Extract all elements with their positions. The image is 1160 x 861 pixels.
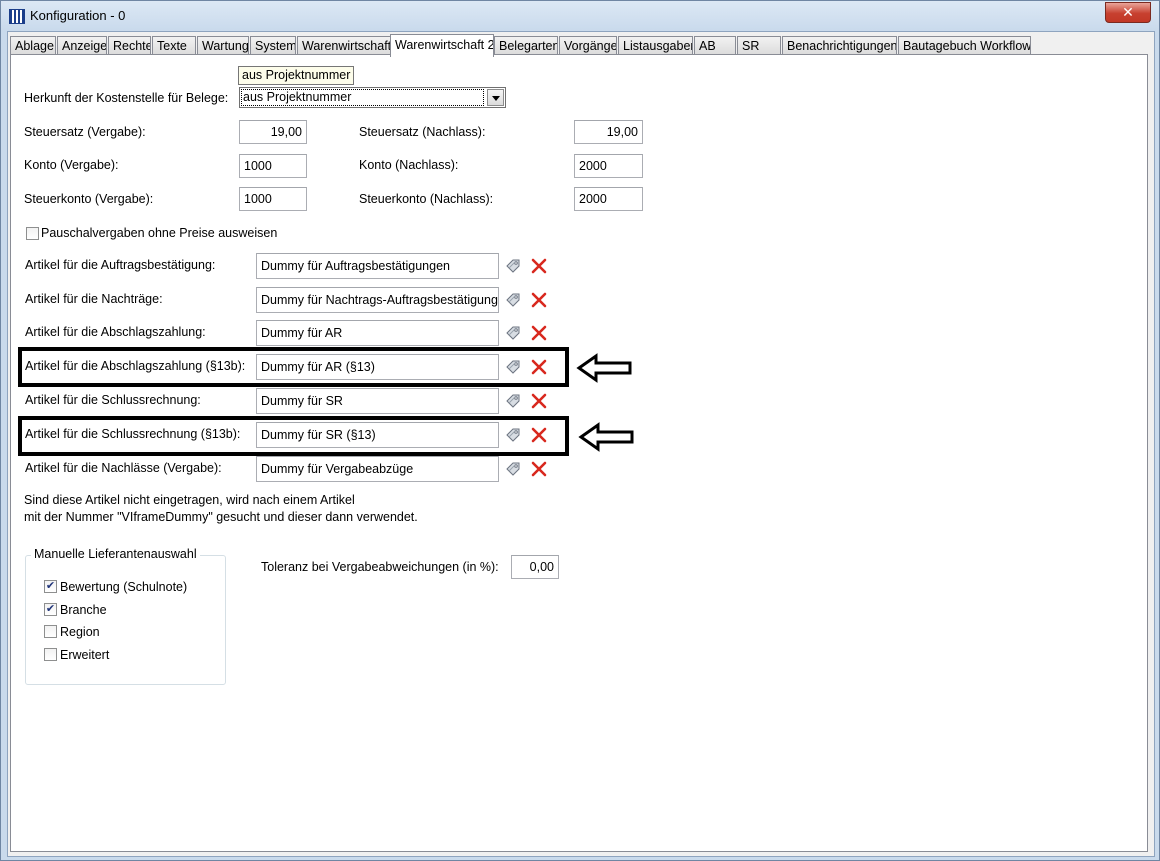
steuersatz-vergabe-input[interactable]: 19,00 [239,120,307,144]
bewertung-checkbox[interactable]: ✔ [44,580,57,593]
tag-icon[interactable] [505,393,521,409]
steuerkonto-vergabe-label: Steuerkonto (Vergabe): [24,192,154,206]
article-label-schlussrechnung: Artikel für die Schlussrechnung: [25,393,201,407]
steuersatz-nachlass-input[interactable]: 19,00 [574,120,643,144]
title-bar: Konfiguration - 0 ✕ [1,1,1159,31]
tab-belegarten[interactable]: Belegarten [494,36,558,54]
tag-icon[interactable] [505,325,521,341]
tab-benachrichtigungen[interactable]: Benachrichtigungen [782,36,897,54]
note-line-1: Sind diese Artikel nicht eingetragen, wi… [24,493,355,507]
article-label-nachtraege: Artikel für die Nachträge: [25,292,163,306]
arrow-left-icon [576,353,632,383]
kostenstelle-select[interactable]: aus Projektnummer [239,87,506,108]
delete-x-icon[interactable] [531,325,547,341]
tab-bautagebuch-workflows[interactable]: Bautagebuch Workflows [898,36,1031,54]
article-input-auftragsbestaetigung[interactable]: Dummy für Auftragsbestätigungen [256,253,499,279]
toleranz-input[interactable]: 0,00 [511,555,559,579]
delete-x-icon[interactable] [531,292,547,308]
tab-system[interactable]: System [250,36,296,54]
lieferanten-groupbox [25,555,226,685]
article-input-abschlagszahlung[interactable]: Dummy für AR [256,320,499,346]
tab-texte[interactable]: Texte [152,36,196,54]
tag-icon[interactable] [505,292,521,308]
erweitert-label: Erweitert [60,648,110,662]
app-icon [9,9,25,24]
article-label-abschlagszahlung: Artikel für die Abschlagszahlung: [25,325,206,339]
tab-ablage[interactable]: Ablage [10,36,56,54]
window-title: Konfiguration - 0 [30,8,126,23]
delete-x-icon[interactable] [531,393,547,409]
delete-x-icon[interactable] [531,258,547,274]
kostenstelle-label: Herkunft der Kostenstelle für Belege: [24,91,229,105]
tab-strip: Ablage Anzeige Rechte Texte Wartung Syst… [10,34,1150,57]
region-checkbox[interactable] [44,625,57,638]
tag-icon[interactable] [505,258,521,274]
steuerkonto-nachlass-input[interactable]: 2000 [574,187,643,211]
tab-sr[interactable]: SR [737,36,781,54]
article-input-nachlaesse[interactable]: Dummy für Vergabeabzüge [256,456,499,482]
konto-vergabe-label: Konto (Vergabe): [24,158,119,172]
article-input-schlussrechnung[interactable]: Dummy für SR [256,388,499,414]
konto-vergabe-input[interactable]: 1000 [239,154,307,178]
delete-x-icon[interactable] [531,461,547,477]
steuersatz-vergabe-label: Steuersatz (Vergabe): [24,125,146,139]
tag-icon[interactable] [505,461,521,477]
note-line-2: mit der Nummer "VIframeDummy" gesucht un… [24,510,418,524]
tab-listausgaben[interactable]: Listausgaben [618,36,693,54]
tab-warenwirtschaft[interactable]: Warenwirtschaft [297,36,391,54]
bewertung-label: Bewertung (Schulnote) [60,580,188,594]
tab-wartung[interactable]: Wartung [197,36,249,54]
steuerkonto-nachlass-label: Steuerkonto (Nachlass): [359,192,494,206]
steuerkonto-vergabe-input[interactable]: 1000 [239,187,307,211]
branche-label: Branche [60,603,107,617]
highlight-box-schluss-13b [18,416,569,456]
article-label-nachlaesse: Artikel für die Nachlässe (Vergabe): [25,461,222,475]
konto-nachlass-input[interactable]: 2000 [574,154,643,178]
close-button[interactable]: ✕ [1105,2,1151,23]
combo-tooltip: aus Projektnummer [238,66,355,85]
tab-ab[interactable]: AB [694,36,736,54]
tab-vorgaenge[interactable]: Vorgänge [559,36,617,54]
tab-rechte[interactable]: Rechte [108,36,151,54]
tab-warenwirtschaft-2[interactable]: Warenwirtschaft 2 [390,34,494,57]
toleranz-label: Toleranz bei Vergabeabweichungen (in %): [261,560,499,574]
tab-anzeige[interactable]: Anzeige [57,36,107,54]
chevron-down-icon[interactable] [487,89,504,106]
highlight-box-abschlag-13b [18,347,569,387]
article-input-nachtraege[interactable]: Dummy für Nachtrags-Auftragsbestätigunge [256,287,499,313]
pauschal-label: Pauschalvergaben ohne Preise ausweisen [41,226,278,240]
pauschal-checkbox[interactable] [26,227,39,240]
lieferanten-group-title: Manuelle Lieferantenauswahl [31,547,200,561]
arrow-left-icon [578,422,634,452]
steuersatz-nachlass-label: Steuersatz (Nachlass): [359,125,486,139]
erweitert-checkbox[interactable] [44,648,57,661]
kostenstelle-value: aus Projektnummer [241,89,484,106]
article-label-auftragsbestaetigung: Artikel für die Auftragsbestätigung: [25,258,216,272]
branche-checkbox[interactable]: ✔ [44,603,57,616]
region-label: Region [60,625,100,639]
konto-nachlass-label: Konto (Nachlass): [359,158,459,172]
